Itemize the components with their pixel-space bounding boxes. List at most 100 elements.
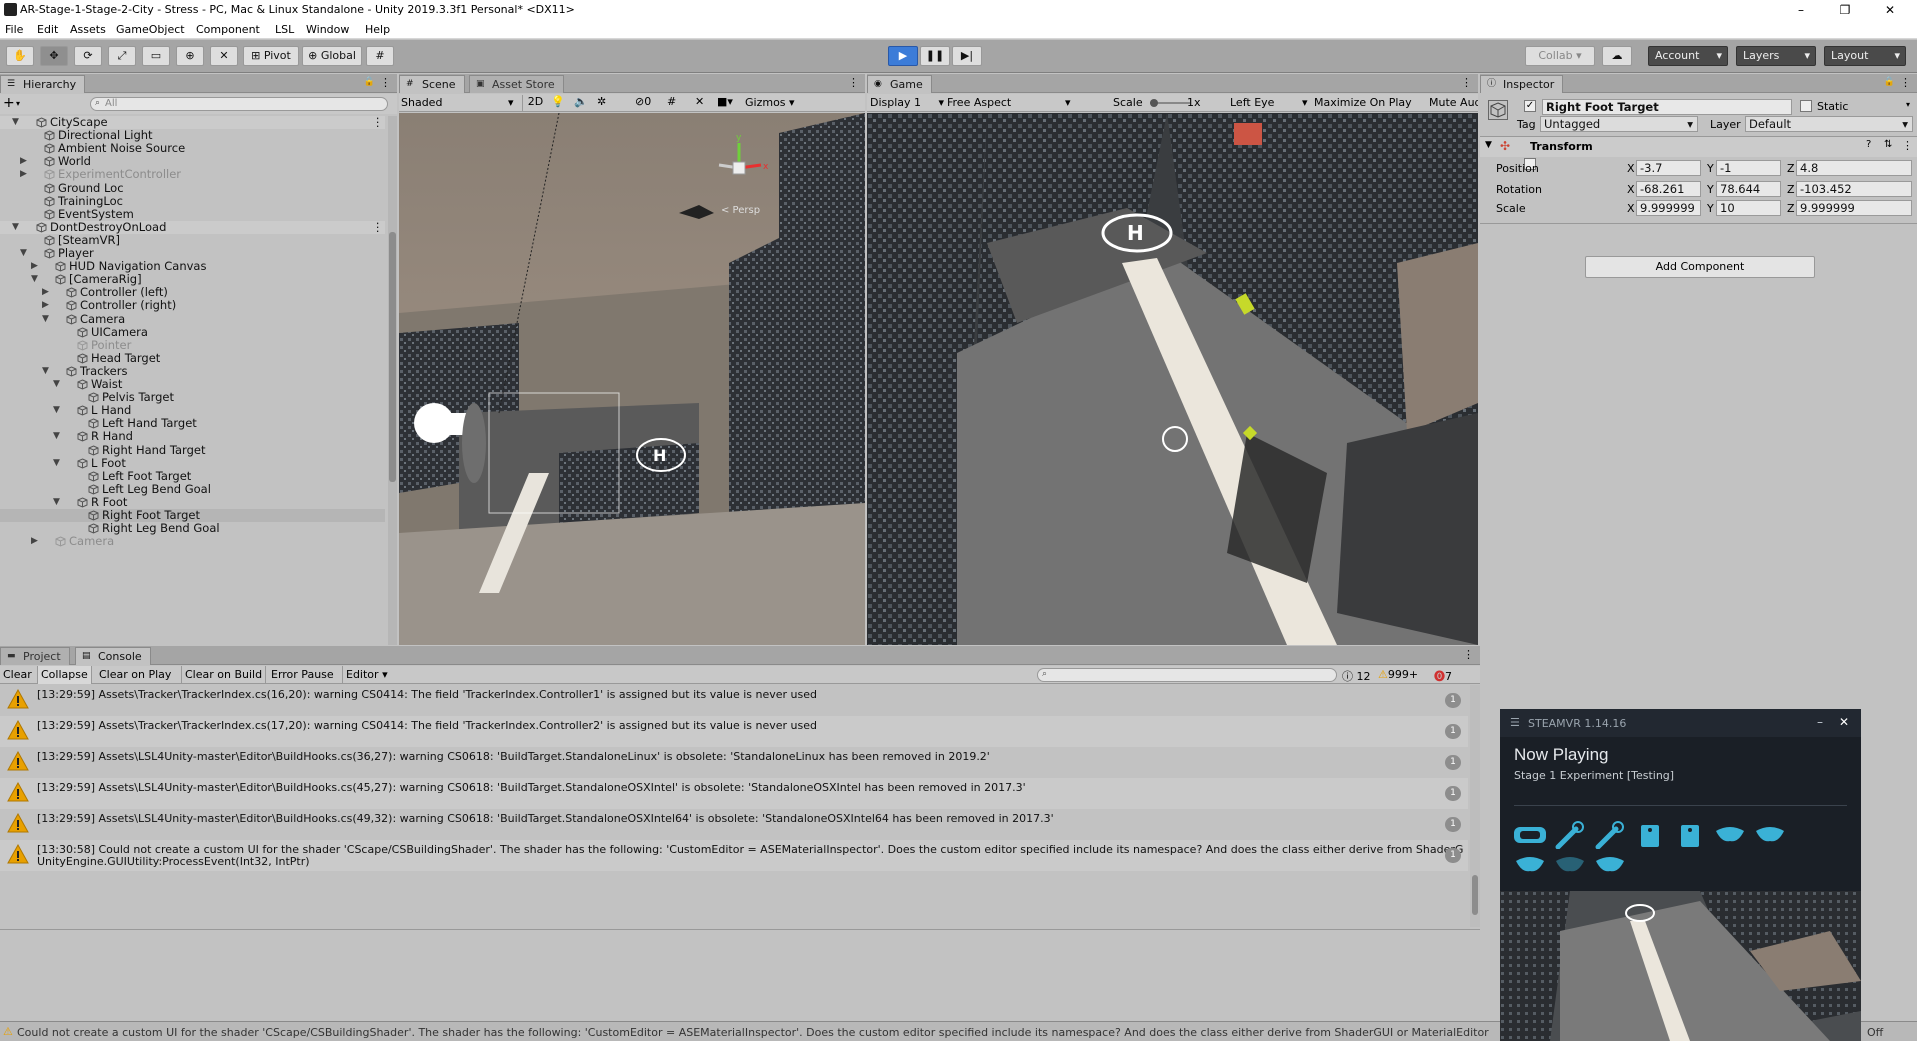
eye-dropdown[interactable]: Left Eye ▾	[1230, 96, 1310, 109]
rect-tool-button[interactable]: ▭	[142, 46, 170, 66]
hierarchy-item[interactable]: ▼ Camera	[0, 312, 385, 326]
hierarchy-item[interactable]: ▶ Camera	[0, 535, 385, 548]
expand-arrow-icon[interactable]: ▼	[53, 496, 63, 509]
tab-hierarchy[interactable]: ☰ Hierarchy	[0, 75, 86, 93]
hierarchy-item[interactable]: Left Foot Target	[0, 469, 385, 483]
restore-button[interactable]: ❐	[1837, 2, 1853, 18]
minimize-button[interactable]: –	[1817, 715, 1823, 729]
collapse-arrow-icon[interactable]: ▶	[42, 286, 52, 299]
tab-project[interactable]: ▬ Project	[0, 647, 70, 665]
rotate-tool-button[interactable]: ⟳	[74, 46, 102, 66]
hierarchy-item[interactable]: Left Hand Target	[0, 417, 385, 430]
hierarchy-item[interactable]: ▼ L Foot	[0, 456, 385, 470]
gizmos-dropdown[interactable]: Gizmos ▾	[745, 96, 795, 109]
help-icon[interactable]: ?	[1866, 139, 1871, 150]
clear-on-play-toggle[interactable]: Clear on Play	[99, 668, 171, 681]
hierarchy-item[interactable]: ▼ Waist	[0, 377, 385, 391]
kebab-menu-icon[interactable]: ⋮	[1461, 76, 1472, 89]
close-button[interactable]: ✕	[1839, 715, 1849, 729]
error-pause-toggle[interactable]: Error Pause	[271, 668, 334, 681]
layers-dropdown[interactable]: Layers ▾	[1736, 46, 1816, 66]
step-button[interactable]: ▶|	[952, 46, 982, 66]
play-button[interactable]: ▶	[888, 46, 918, 66]
rotation-z-field[interactable]: -103.452	[1796, 181, 1912, 197]
maximize-on-play-toggle[interactable]: Maximize On Play	[1314, 96, 1412, 109]
scale-z-field[interactable]: 9.999999	[1796, 200, 1912, 216]
console-log-entry[interactable]: [13:29:59] Assets\LSL4Unity-master\Edito…	[0, 809, 1468, 840]
base-station-icon[interactable]	[1672, 821, 1708, 849]
kebab-menu-icon[interactable]: ⋮	[380, 76, 391, 89]
hierarchy-item[interactable]: ▶ Controller (left)	[0, 286, 385, 299]
slider-thumb[interactable]	[1150, 99, 1158, 107]
scale-slider[interactable]	[1150, 99, 1190, 107]
visibility-toggle[interactable]: ⊘0	[635, 95, 651, 108]
custom-tool-button[interactable]: ✕	[210, 46, 238, 66]
console-search-input[interactable]: ⌕	[1037, 668, 1337, 682]
hierarchy-item[interactable]: ▶ HUD Navigation Canvas	[0, 259, 385, 273]
hierarchy-item[interactable]: Pointer	[0, 338, 385, 352]
expand-arrow-icon[interactable]: ▼	[53, 430, 63, 443]
kebab-menu-icon[interactable]: ⋮	[1902, 139, 1913, 152]
chevron-down-icon[interactable]: ▾	[1906, 100, 1910, 109]
move-tool-button[interactable]: ✥	[40, 46, 68, 66]
hierarchy-item[interactable]: ▼ [CameraRig]	[0, 273, 385, 286]
game-viewport[interactable]: H	[867, 113, 1478, 645]
hierarchy-item[interactable]: Right Leg Bend Goal	[0, 521, 385, 535]
menu-assets[interactable]: Assets	[70, 23, 106, 36]
controller-icon[interactable]	[1592, 821, 1628, 849]
audio-toggle-icon[interactable]: 🔈	[574, 95, 588, 108]
editor-dropdown[interactable]: Editor ▾	[342, 666, 391, 684]
scrollbar-thumb[interactable]	[389, 232, 396, 482]
scale-x-field[interactable]: 9.999999	[1636, 200, 1701, 216]
hierarchy-item[interactable]: ▶ Controller (right)	[0, 299, 385, 312]
scene-viewport[interactable]: H y x < Persp	[399, 113, 865, 645]
hierarchy-item[interactable]: ▼ Trackers	[0, 364, 385, 378]
expand-arrow-icon[interactable]: ▼	[12, 116, 22, 129]
rotation-y-field[interactable]: 78.644	[1716, 181, 1781, 197]
menu-file[interactable]: File	[5, 23, 23, 36]
hierarchy-item[interactable]: Head Target	[0, 351, 385, 365]
hierarchy-scene-row[interactable]: ▼ DontDestroyOnLoad ⋮	[0, 220, 385, 234]
display-dropdown[interactable]: Display 1 ▾	[870, 96, 944, 109]
transform-tool-button[interactable]: ⊕	[176, 46, 204, 66]
lock-icon[interactable]: 🔒	[1884, 77, 1895, 87]
collapse-toggle[interactable]: Collapse	[37, 666, 92, 684]
global-toggle[interactable]: ⊕ Global	[302, 46, 362, 66]
minimize-button[interactable]: –	[1793, 2, 1809, 18]
tools-toggle-icon[interactable]: ✕	[695, 95, 704, 108]
hierarchy-item[interactable]: Left Leg Bend Goal	[0, 482, 385, 496]
console-log-entry[interactable]: [13:29:59] Assets\Tracker\TrackerIndex.c…	[0, 685, 1468, 716]
hierarchy-item[interactable]: EventSystem	[0, 207, 385, 221]
gizmo-persp-label[interactable]: < Persp	[721, 205, 760, 216]
console-log-entry[interactable]: [13:29:59] Assets\Tracker\TrackerIndex.c…	[0, 716, 1468, 747]
hierarchy-item[interactable]: Right Hand Target	[0, 443, 385, 457]
kebab-menu-icon[interactable]: ⋮	[1463, 648, 1474, 661]
menu-component[interactable]: Component	[196, 23, 260, 36]
expand-arrow-icon[interactable]: ▼	[42, 365, 52, 378]
add-component-button[interactable]: Add Component	[1585, 256, 1815, 278]
tracker-icon[interactable]	[1712, 821, 1748, 849]
expand-arrow-icon[interactable]: ▼	[31, 273, 41, 286]
tracker-icon[interactable]	[1592, 851, 1628, 879]
tracker-icon[interactable]	[1552, 851, 1588, 879]
console-log-entry[interactable]: [13:30:58] Could not create a custom UI …	[0, 840, 1468, 871]
static-checkbox[interactable]	[1800, 100, 1812, 112]
expand-arrow-icon[interactable]: ▼	[53, 378, 63, 391]
error-filter-toggle[interactable]: ⓿7	[1434, 668, 1452, 684]
hand-tool-button[interactable]: ✋	[6, 46, 34, 66]
expand-arrow-icon[interactable]: ▼	[53, 404, 63, 417]
account-dropdown[interactable]: Account ▾	[1648, 46, 1728, 66]
tab-console[interactable]: ▤ Console	[75, 647, 151, 665]
headset-icon[interactable]	[1512, 821, 1548, 849]
tracker-icon[interactable]	[1752, 821, 1788, 849]
pause-button[interactable]: ❚❚	[920, 46, 950, 66]
hierarchy-item[interactable]: Ground Loc	[0, 181, 385, 195]
mute-audio-toggle[interactable]: Mute Audi	[1429, 96, 1478, 109]
base-station-icon[interactable]	[1632, 821, 1668, 849]
menu-window[interactable]: Window	[306, 23, 349, 36]
hierarchy-search-input[interactable]: ⌕ All	[90, 97, 388, 111]
tag-dropdown[interactable]: Untagged ▾	[1540, 116, 1698, 132]
hierarchy-item[interactable]: UICamera	[0, 325, 385, 339]
kebab-menu-icon[interactable]: ⋮	[372, 220, 384, 234]
position-y-field[interactable]: -1	[1716, 160, 1781, 176]
